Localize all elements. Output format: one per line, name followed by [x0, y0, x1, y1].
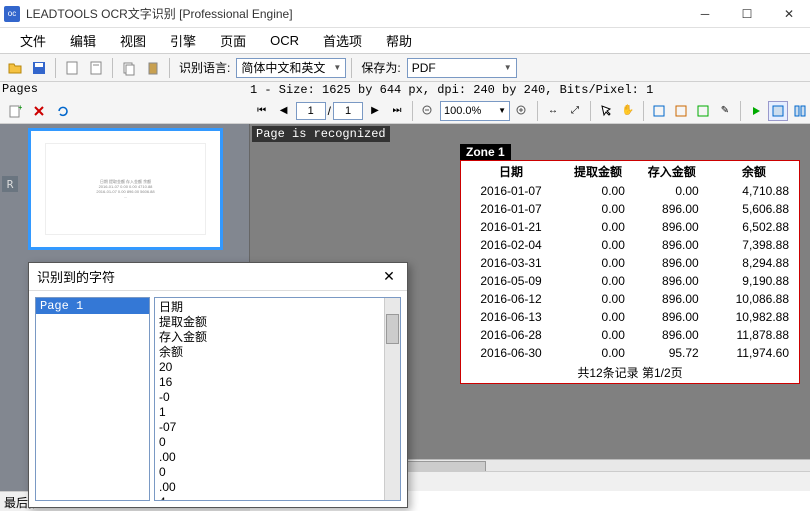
char-line: .00: [159, 480, 396, 495]
menu-edit[interactable]: 编辑: [58, 27, 108, 54]
menu-prefs[interactable]: 首选项: [311, 27, 374, 54]
char-line: 提取金额: [159, 315, 396, 330]
dialog-page-list[interactable]: Page 1: [35, 297, 150, 501]
add-page-button[interactable]: +: [4, 100, 26, 122]
result-table: 日期提取金额存入金额余额 2016-01-070.000.004,710.882…: [461, 161, 799, 383]
r-tab[interactable]: R: [2, 176, 18, 192]
dialog-title: 识别到的字符: [37, 267, 115, 286]
pointer-tool[interactable]: [596, 101, 616, 121]
table-row: 2016-01-070.000.004,710.88: [461, 182, 799, 200]
col-header: 存入金额: [635, 161, 709, 182]
nav-toolbar: + ⏮ ◀ / ▶ ⏭ 100.0%▼ ↔ ⤢ ✋ ✎: [0, 98, 810, 124]
svg-text:+: +: [18, 104, 22, 112]
zoom-out-button[interactable]: [418, 101, 438, 121]
saveas-combo[interactable]: PDF▼: [407, 58, 517, 78]
char-line: 日期: [159, 300, 396, 315]
zoom-combo[interactable]: 100.0%▼: [440, 101, 510, 121]
page-status-label: Page is recognized: [252, 126, 390, 142]
table-row: 2016-06-120.00896.0010,086.88: [461, 290, 799, 308]
char-line: 16: [159, 375, 396, 390]
table-row: 2016-06-300.0095.7211,974.60: [461, 344, 799, 362]
page-thumbnail-1[interactable]: 日期 提取金额 存入金额 余额2016-01-07 0.00 0.00 4710…: [28, 128, 223, 250]
table-row: 2016-06-280.00896.0011,878.88: [461, 326, 799, 344]
page-btn2[interactable]: [85, 57, 107, 79]
col-header: 余额: [709, 161, 799, 182]
window-title: LEADTOOLS OCR文字识别 [Professional Engine]: [26, 5, 684, 22]
thumbnail-preview: 日期 提取金额 存入金额 余额2016-01-07 0.00 0.00 4710…: [45, 143, 206, 235]
refresh-button[interactable]: [52, 100, 74, 122]
open-button[interactable]: [4, 57, 26, 79]
char-line: 0: [159, 465, 396, 480]
table-row: 2016-06-130.00896.0010,982.88: [461, 308, 799, 326]
table-row: 2016-01-210.00896.006,502.88: [461, 218, 799, 236]
saveas-label: 保存为:: [357, 59, 404, 76]
table-row: 2016-03-310.00896.008,294.88: [461, 254, 799, 272]
table-row: 2016-05-090.00896.009,190.88: [461, 272, 799, 290]
next-page-button[interactable]: ▶: [365, 101, 385, 121]
first-page-button[interactable]: ⏮: [252, 101, 272, 121]
char-line: 20: [159, 360, 396, 375]
char-line: 0: [159, 435, 396, 450]
minimize-button[interactable]: ─: [684, 0, 726, 27]
main-toolbar: 识别语言: 简体中文和英文▼ 保存为: PDF▼: [0, 54, 810, 82]
page-num-input[interactable]: [296, 102, 326, 120]
recognized-chars-dialog: 识别到的字符 ✕ Page 1 日期提取金额存入金额余额2016-01-070.…: [28, 262, 408, 508]
table-footer: 共12条记录 第1/2页: [461, 362, 799, 383]
dialog-scrollbar[interactable]: [384, 298, 400, 500]
menu-bar: 文件 编辑 视图 引擎 页面 OCR 首选项 帮助: [0, 28, 810, 54]
view-mode-2[interactable]: [790, 101, 810, 121]
lang-label: 识别语言:: [175, 59, 234, 76]
save-button[interactable]: [28, 57, 50, 79]
prev-page-button[interactable]: ◀: [274, 101, 294, 121]
char-line: 存入金额: [159, 330, 396, 345]
menu-view[interactable]: 视图: [108, 27, 158, 54]
menu-file[interactable]: 文件: [8, 27, 58, 54]
char-line: 4: [159, 495, 396, 501]
zoom-in-button[interactable]: [512, 101, 532, 121]
zone-tool-3[interactable]: [693, 101, 713, 121]
zone-tool-1[interactable]: [649, 101, 669, 121]
delete-page-button[interactable]: [28, 100, 50, 122]
zone-tool-2[interactable]: [671, 101, 691, 121]
menu-help[interactable]: 帮助: [374, 27, 424, 54]
title-bar: oc LEADTOOLS OCR文字识别 [Professional Engin…: [0, 0, 810, 28]
paste-button[interactable]: [142, 57, 164, 79]
dialog-list-item[interactable]: Page 1: [36, 298, 149, 314]
lang-combo[interactable]: 简体中文和英文▼: [236, 58, 346, 78]
menu-engine[interactable]: 引擎: [158, 27, 208, 54]
char-line: -07: [159, 420, 396, 435]
char-line: -0: [159, 390, 396, 405]
pages-panel-label: Pages: [2, 82, 38, 96]
char-line: 1: [159, 405, 396, 420]
char-line: 余额: [159, 345, 396, 360]
page-sep: /: [328, 104, 331, 118]
zone-label: Zone 1: [460, 144, 511, 160]
copy-button[interactable]: [118, 57, 140, 79]
col-header: 提取金额: [561, 161, 635, 182]
page-btn1[interactable]: [61, 57, 83, 79]
app-icon: oc: [4, 6, 20, 22]
run-ocr-button[interactable]: [746, 101, 766, 121]
table-row: 2016-01-070.00896.005,606.88: [461, 200, 799, 218]
table-row: 2016-02-040.00896.007,398.88: [461, 236, 799, 254]
dialog-text-output[interactable]: 日期提取金额存入金额余额2016-01-070.000.004,710.88: [154, 297, 401, 501]
maximize-button[interactable]: ☐: [726, 0, 768, 27]
fit-page-button[interactable]: ⤢: [565, 101, 585, 121]
fit-width-button[interactable]: ↔: [543, 101, 563, 121]
close-button[interactable]: ✕: [768, 0, 810, 27]
dialog-close-button[interactable]: ✕: [379, 268, 399, 285]
col-header: 日期: [461, 161, 561, 182]
hand-tool[interactable]: ✋: [618, 101, 638, 121]
menu-page[interactable]: 页面: [208, 27, 258, 54]
menu-ocr[interactable]: OCR: [258, 29, 311, 52]
edit-tool[interactable]: ✎: [715, 101, 735, 121]
last-page-button[interactable]: ⏭: [387, 101, 407, 121]
view-mode-1[interactable]: [768, 101, 788, 121]
page-info-bar: 1 - Size: 1625 by 644 px, dpi: 240 by 24…: [0, 82, 810, 98]
page-total: [333, 102, 363, 120]
ocr-zone-1[interactable]: 日期提取金额存入金额余额 2016-01-070.000.004,710.882…: [460, 160, 800, 384]
char-line: .00: [159, 450, 396, 465]
